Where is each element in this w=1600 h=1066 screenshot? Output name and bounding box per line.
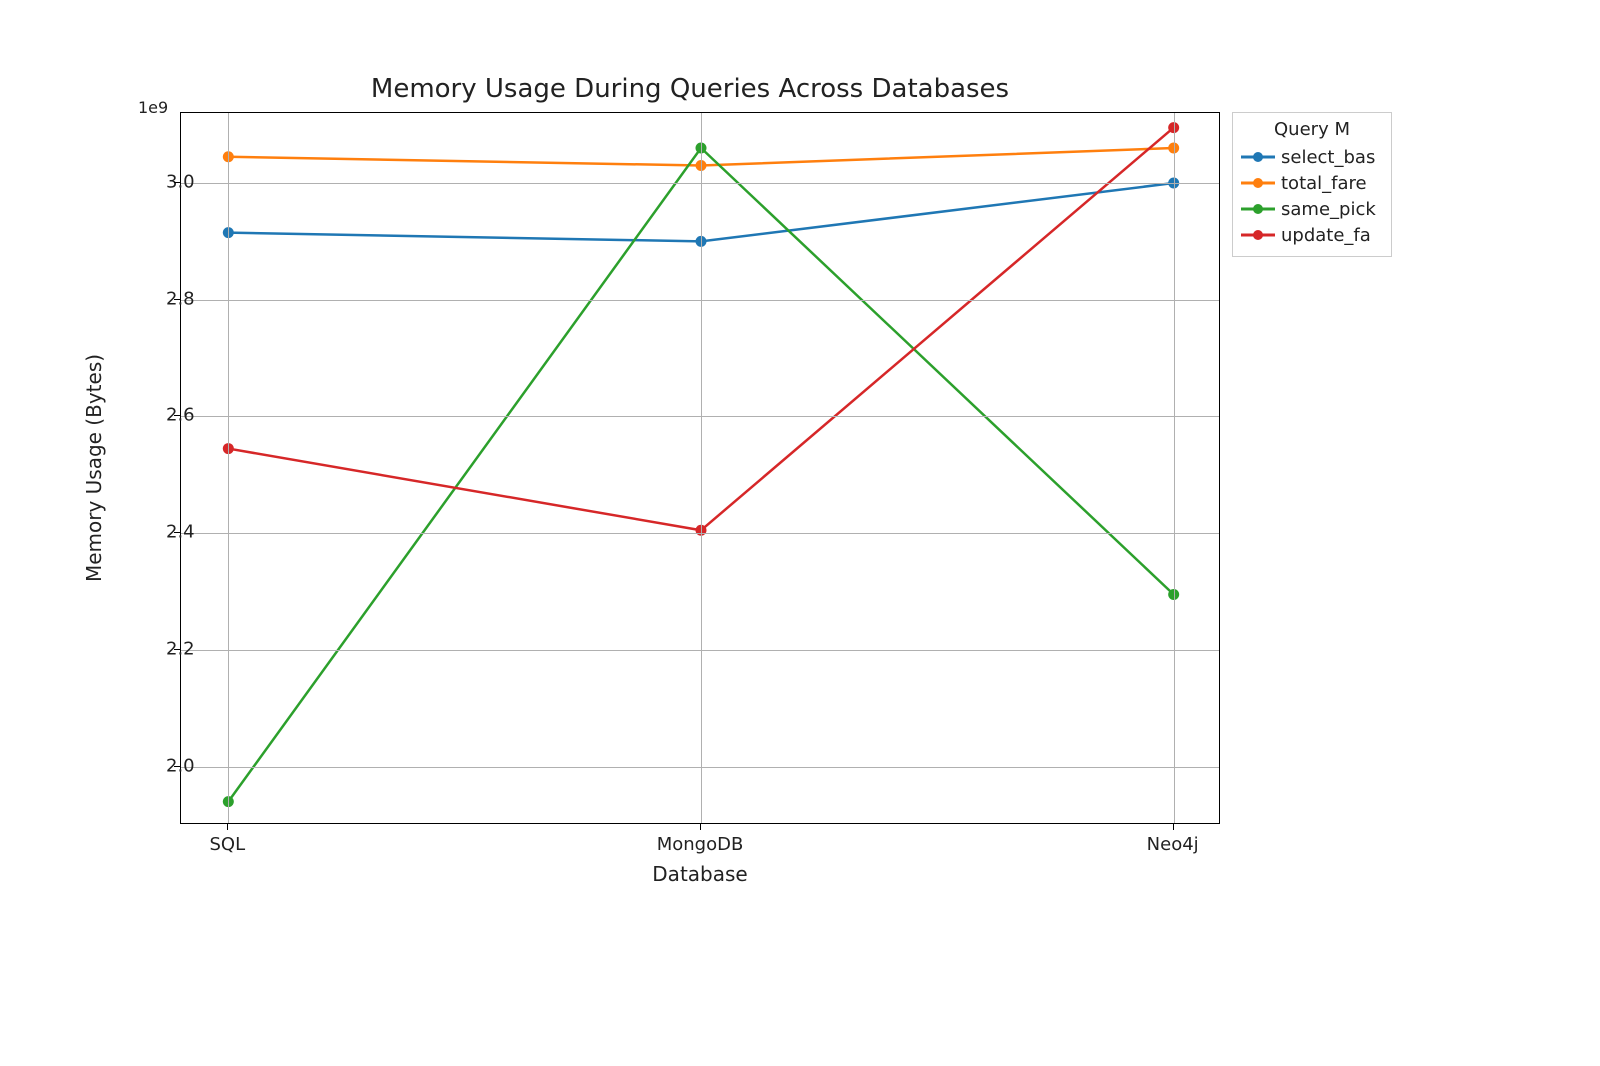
legend-label: update_fa [1281, 225, 1371, 246]
gridline-horizontal [181, 767, 1219, 768]
legend-item: total_fare [1241, 170, 1383, 196]
y-tick-label: 2.2 [166, 638, 168, 659]
y-tick-label: 2.8 [166, 288, 168, 309]
gridline-vertical [701, 113, 702, 823]
x-tick [700, 824, 701, 830]
chart-title: Memory Usage During Queries Across Datab… [0, 74, 1380, 104]
gridline-horizontal [181, 183, 1219, 184]
plot-area [180, 112, 1220, 824]
y-tick-label: 2.4 [166, 522, 168, 543]
gridline-horizontal [181, 416, 1219, 417]
legend-label: select_bas [1281, 147, 1375, 168]
y-tick [174, 766, 180, 767]
y-tick [174, 415, 180, 416]
legend-swatch [1241, 174, 1275, 192]
y-tick-label: 2.0 [166, 755, 168, 776]
legend-item: same_pick [1241, 196, 1383, 222]
x-tick [1173, 824, 1174, 830]
gridline-horizontal [181, 650, 1219, 651]
y-tick [174, 532, 180, 533]
legend: Query M select_bas total_fare same_pickupd… [1232, 112, 1392, 257]
y-tick-label: 2.6 [166, 405, 168, 426]
legend-label: same_pick [1281, 199, 1376, 220]
x-tick-label: SQL [210, 834, 246, 855]
legend-item: update_fa [1241, 222, 1383, 248]
y-axis-label: Memory Usage (Bytes) [82, 354, 106, 582]
legend-title: Query M [1241, 119, 1383, 140]
legend-item: select_bas [1241, 144, 1383, 170]
legend-swatch [1241, 226, 1275, 244]
gridline-horizontal [181, 300, 1219, 301]
legend-label: total_fare [1281, 173, 1367, 194]
gridline-vertical [1174, 113, 1175, 823]
y-tick-label: 3.0 [166, 172, 168, 193]
y-exponent-label: 1e9 [138, 98, 168, 117]
legend-swatch [1241, 148, 1275, 166]
x-tick-label: Neo4j [1147, 834, 1199, 855]
y-tick [174, 299, 180, 300]
chart-canvas: Memory Usage During Queries Across Datab… [0, 0, 1600, 1066]
gridline-vertical [228, 113, 229, 823]
y-tick [174, 649, 180, 650]
x-axis-label: Database [652, 862, 747, 886]
legend-swatch [1241, 200, 1275, 218]
y-tick [174, 182, 180, 183]
x-tick [227, 824, 228, 830]
x-tick-label: MongoDB [657, 834, 744, 855]
gridline-horizontal [181, 533, 1219, 534]
